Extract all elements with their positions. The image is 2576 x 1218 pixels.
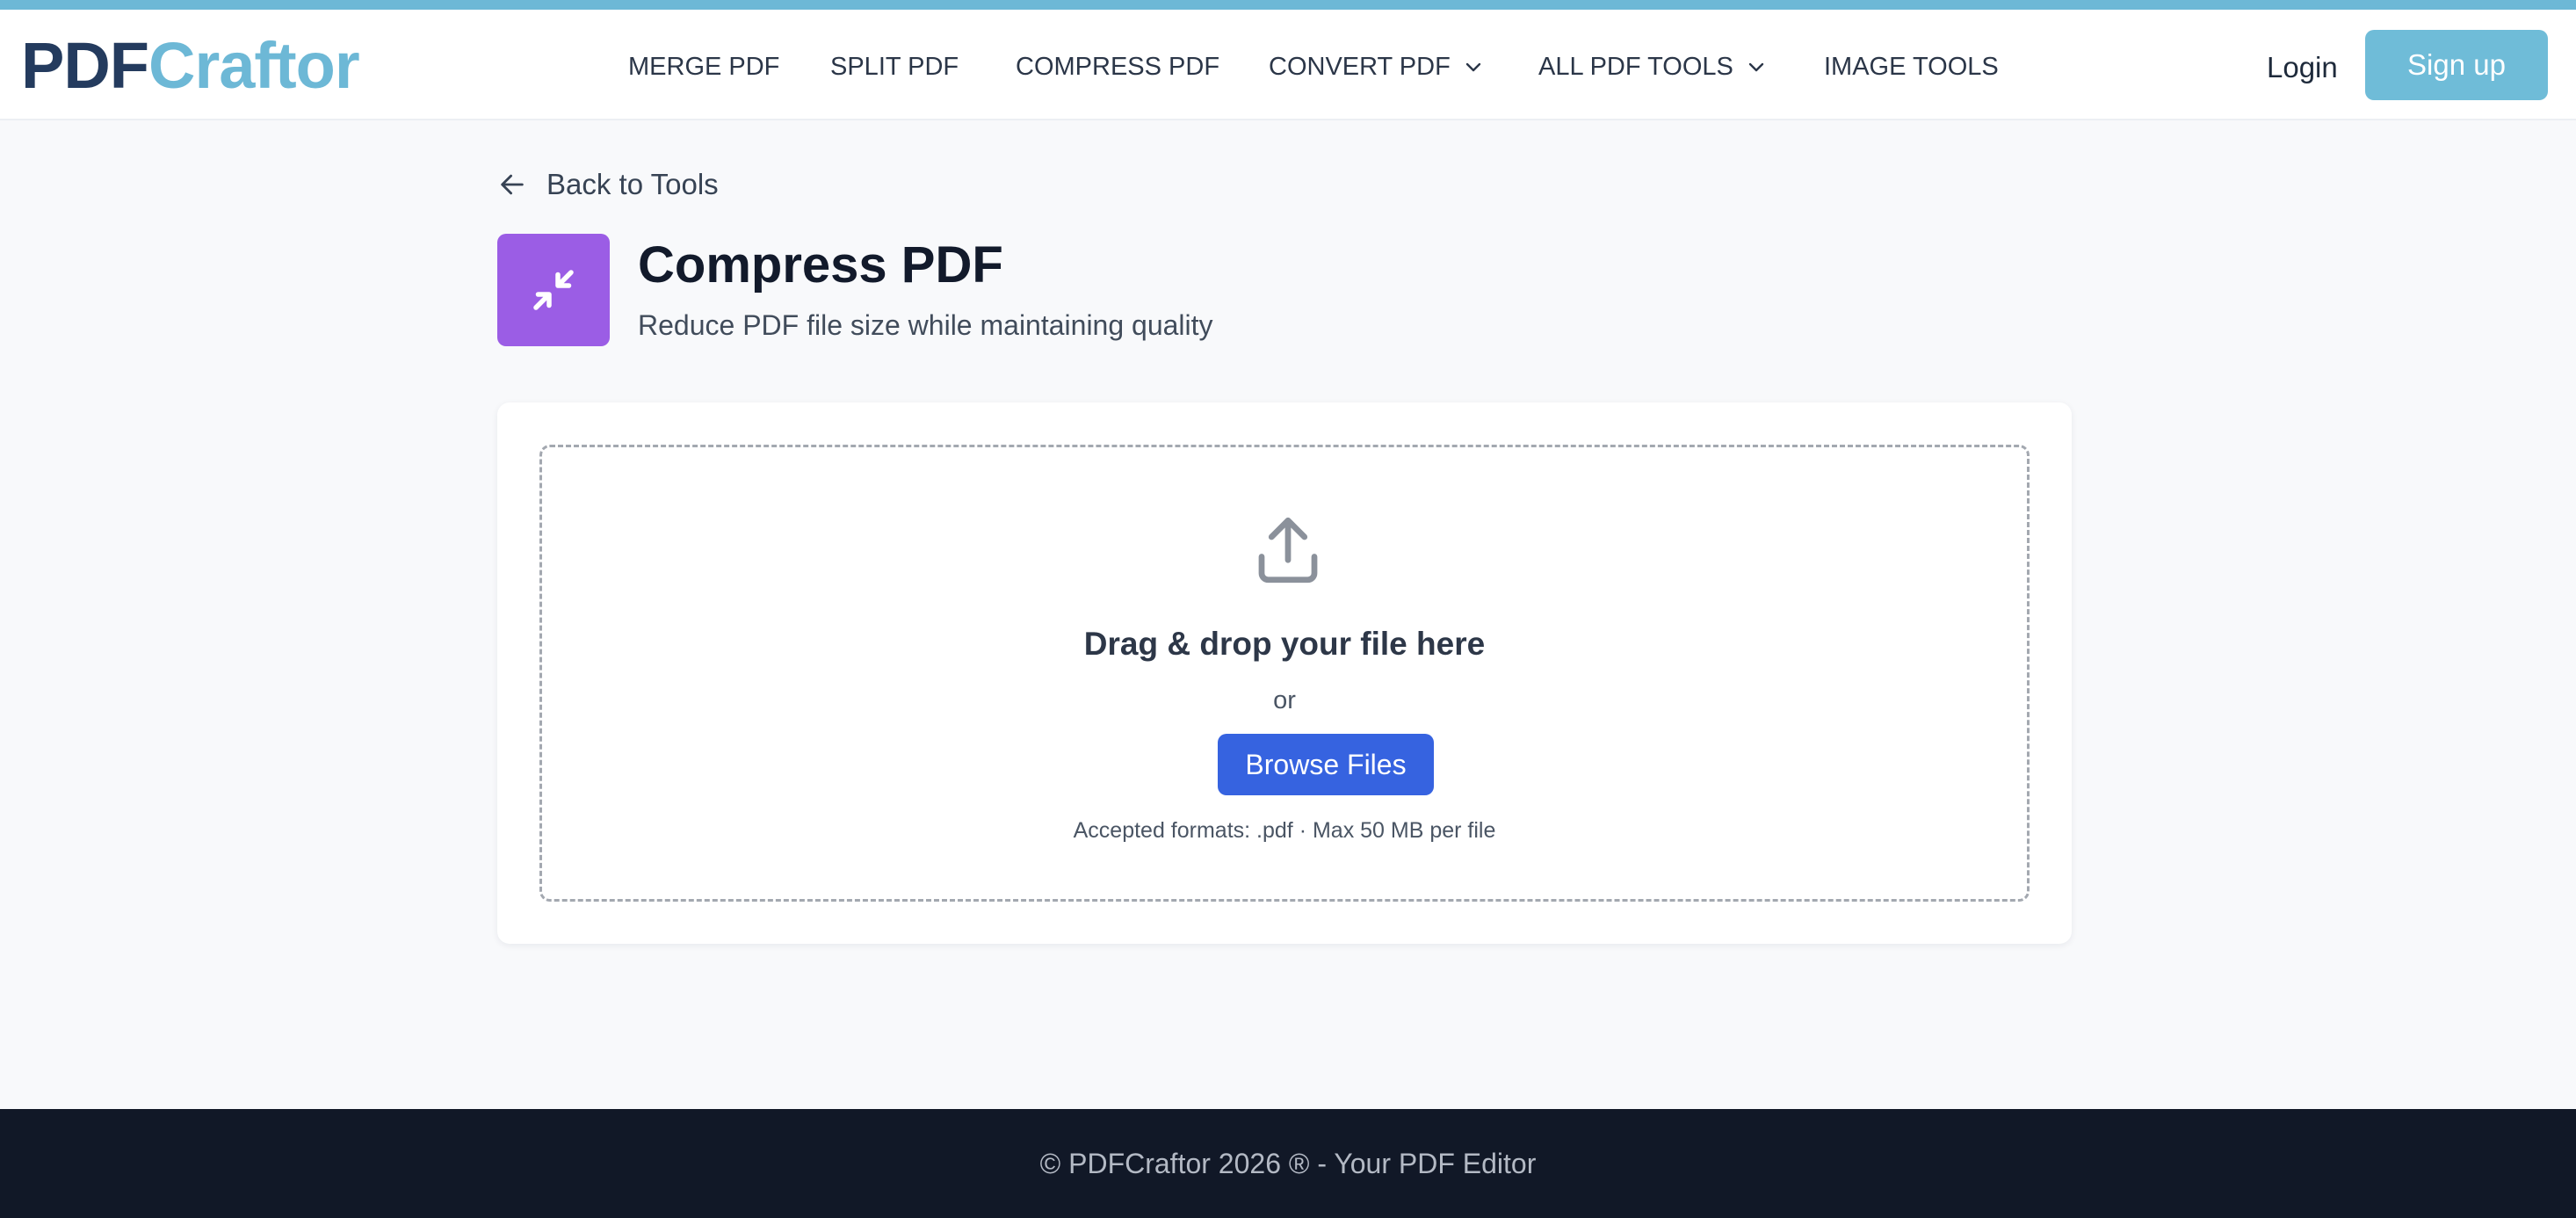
- nav-compress-pdf-label: COMPRESS PDF: [1016, 53, 1220, 81]
- nav-merge-pdf-label: MERGE PDF: [628, 53, 780, 81]
- dropzone-or-text: or: [1273, 686, 1296, 714]
- nav-all-pdf-tools-label: ALL PDF TOOLS: [1538, 53, 1733, 81]
- nav-split-pdf-label: SPLIT PDF: [830, 53, 959, 81]
- nav-all-pdf-tools[interactable]: ALL PDF TOOLS: [1538, 51, 1767, 83]
- back-to-tools-link[interactable]: Back to Tools: [497, 165, 719, 204]
- login-link[interactable]: Login: [2267, 50, 2338, 85]
- site-header: PDFCraftor MERGE PDF SPLIT PDF COMPRESS …: [0, 10, 2576, 120]
- signup-button[interactable]: Sign up: [2365, 30, 2548, 100]
- dropzone-title: Drag & drop your file here: [1083, 626, 1486, 662]
- site-footer: © PDFCraftor 2026 ® - Your PDF Editor: [0, 1109, 2576, 1218]
- accepted-formats-text: Accepted formats: .pdf · Max 50 MB per f…: [1073, 818, 1496, 843]
- nav-compress-pdf[interactable]: COMPRESS PDF: [1016, 51, 1219, 83]
- footer-copyright: © PDFCraftor 2026 ® - Your PDF Editor: [1039, 1148, 1537, 1179]
- top-accent-strip: [0, 0, 2576, 10]
- back-to-tools-label: Back to Tools: [546, 168, 719, 200]
- compress-arrows-icon: [533, 270, 574, 310]
- chevron-down-icon: [1748, 62, 1764, 72]
- nav-split-pdf[interactable]: SPLIT PDF: [830, 51, 959, 83]
- nav-merge-pdf[interactable]: MERGE PDF: [628, 51, 779, 83]
- browse-files-button[interactable]: Browse Files: [1218, 734, 1434, 795]
- file-dropzone[interactable]: Drag & drop your file here or Browse Fil…: [539, 445, 2030, 902]
- nav-convert-pdf-label: CONVERT PDF: [1269, 53, 1451, 81]
- page-title: Compress PDF: [638, 236, 1003, 294]
- nav-convert-pdf[interactable]: CONVERT PDF: [1269, 51, 1484, 83]
- nav-image-tools[interactable]: IMAGE TOOLS: [1824, 51, 1999, 83]
- upload-icon: [1258, 517, 1318, 584]
- chevron-down-icon: [1465, 62, 1480, 72]
- nav-image-tools-label: IMAGE TOOLS: [1824, 53, 1999, 81]
- main-nav: MERGE PDF SPLIT PDF COMPRESS PDF CONVERT…: [0, 10, 2576, 120]
- page-subtitle: Reduce PDF file size while maintaining q…: [638, 309, 1213, 341]
- tool-icon-badge: [497, 234, 610, 346]
- upload-card: Drag & drop your file here or Browse Fil…: [497, 402, 2072, 944]
- arrow-left-icon: [501, 174, 524, 195]
